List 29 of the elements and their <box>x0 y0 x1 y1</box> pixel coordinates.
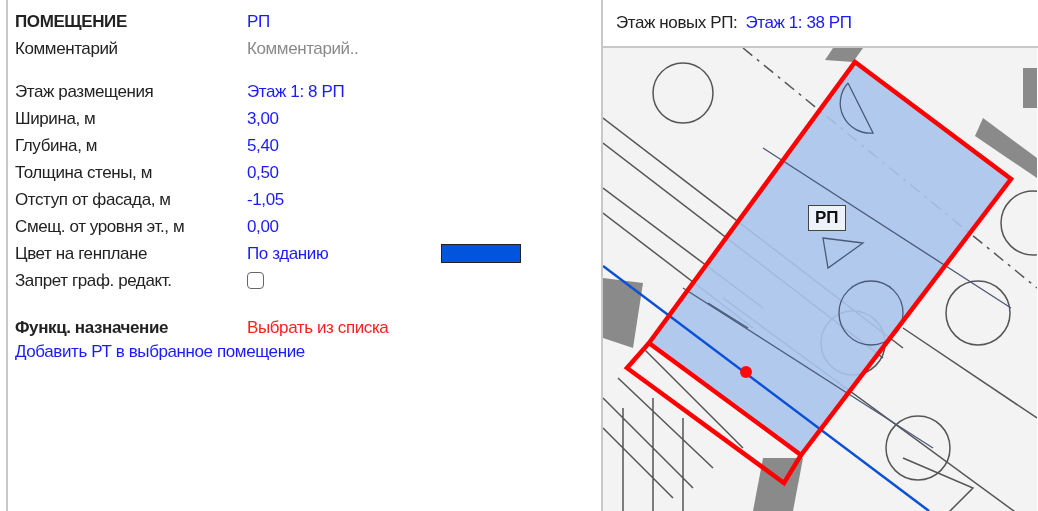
property-label: Отступ от фасада, м <box>15 189 172 210</box>
function-select[interactable]: Выбрать из списка <box>247 317 389 338</box>
property-value[interactable]: 3,00 <box>247 108 279 129</box>
color-swatch[interactable] <box>441 244 522 263</box>
room-name: РП <box>247 11 270 32</box>
property-label: Толщина стены, м <box>15 162 153 183</box>
add-link[interactable]: Добавить РТ в выбранное помещение <box>15 342 305 362</box>
color-value[interactable]: По зданию <box>247 243 329 264</box>
property-value[interactable]: 5,40 <box>247 135 279 156</box>
function-label: Функц. назначение <box>15 317 169 338</box>
property-label: Глубина, м <box>15 135 99 156</box>
room-outline[interactable] <box>623 58 1015 487</box>
property-label: Этаж размещения <box>15 81 155 102</box>
property-value[interactable]: -1,05 <box>247 189 284 210</box>
comment-field[interactable]: Комментарий.. <box>247 38 397 59</box>
floor-value[interactable]: Этаж 1: 38 РП <box>745 13 852 33</box>
property-value[interactable]: 0,50 <box>247 162 279 183</box>
room-heading: ПОМЕЩЕНИЕ <box>15 11 128 32</box>
floor-label: Этаж новых РП: <box>616 13 738 33</box>
property-label: Смещ. от уровня эт., м <box>15 216 186 237</box>
color-label: Цвет на генплане <box>15 243 149 264</box>
room-tag[interactable]: РП <box>808 205 846 231</box>
property-label: Ширина, м <box>15 108 97 129</box>
lock-label: Запрет граф. редакт. <box>15 270 173 291</box>
lock-checkbox[interactable] <box>247 272 264 289</box>
property-value[interactable]: Этаж 1: 8 РП <box>247 81 345 102</box>
comment-label: Комментарий <box>15 38 119 59</box>
anchor-point[interactable] <box>740 366 752 378</box>
property-value[interactable]: 0,00 <box>247 216 279 237</box>
